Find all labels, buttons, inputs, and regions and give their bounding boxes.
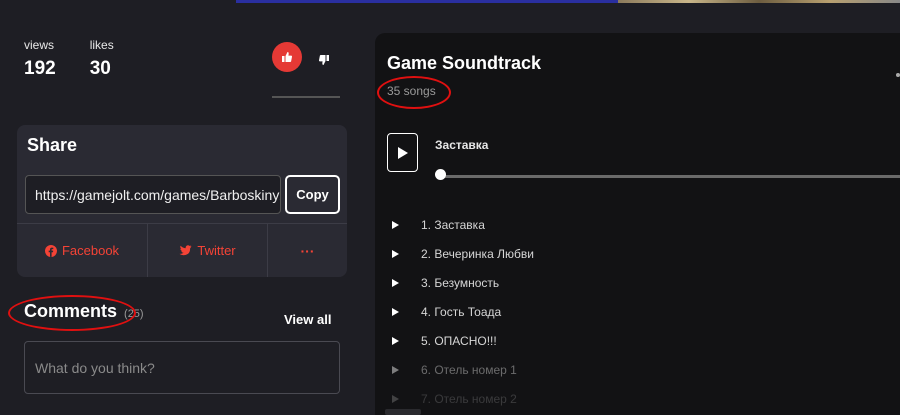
views-label: views (24, 38, 55, 52)
annotation-circle-comments (8, 295, 136, 331)
facebook-icon (44, 244, 57, 257)
track-item[interactable]: 2. Вечеринка Любви (392, 239, 534, 268)
twitter-label: Twitter (197, 243, 236, 258)
track-item[interactable]: 3. Безумность (392, 268, 534, 297)
top-banner-image (618, 0, 900, 3)
play-icon (392, 336, 399, 345)
annotation-circle-song-count (377, 76, 451, 109)
dislike-button[interactable] (312, 48, 336, 72)
track-title: 3. Безумность (421, 275, 500, 290)
play-icon (392, 394, 399, 403)
track-title: 1. Заставка (421, 217, 485, 232)
play-icon (392, 307, 399, 316)
more-share-options-button[interactable]: ··· (267, 224, 347, 277)
comment-input[interactable]: What do you think? (24, 341, 340, 394)
play-icon (397, 146, 408, 159)
track-item[interactable]: 5. ОПАСНО!!! (392, 326, 534, 355)
share-card: Share https://gamejolt.com/games/Barbosk… (17, 125, 347, 277)
seek-handle[interactable] (435, 169, 446, 180)
track-item[interactable]: 1. Заставка (392, 210, 534, 239)
track-item[interactable]: 6. Отель номер 1 (392, 355, 534, 384)
like-button[interactable] (272, 42, 302, 72)
soundtrack-title: Game Soundtrack (387, 53, 542, 73)
track-title: 6. Отель номер 1 (421, 362, 517, 377)
likes-label: likes (89, 38, 114, 52)
play-icon (392, 249, 399, 258)
seek-bar[interactable] (437, 175, 900, 178)
scroll-indicator[interactable] (385, 409, 421, 415)
now-playing-title: Заставка (435, 138, 489, 152)
play-icon (392, 220, 399, 229)
twitter-icon (179, 245, 192, 256)
track-item[interactable]: 4. Гость Тоада (392, 297, 534, 326)
facebook-label: Facebook (61, 243, 120, 258)
track-title: 7. Отель номер 2 (421, 391, 517, 406)
panel-menu-dot[interactable] (896, 73, 900, 77)
track-title: 5. ОПАСНО!!! (421, 333, 497, 348)
play-icon (392, 365, 399, 374)
copy-button[interactable]: Copy (285, 175, 340, 214)
share-url-field[interactable]: https://gamejolt.com/games/Barboskinyz (25, 175, 281, 214)
thumbs-down-icon (318, 55, 329, 65)
track-title: 4. Гость Тоада (421, 304, 502, 319)
thumbs-up-icon (282, 52, 293, 62)
vote-divider (272, 96, 340, 98)
share-title: Share (27, 135, 78, 155)
likes-value: 30 (89, 58, 111, 79)
soundtrack-panel: Game Soundtrack 35 songs Заставка 1. Зас… (375, 33, 900, 415)
facebook-share-button[interactable]: Facebook (17, 224, 147, 277)
track-title: 2. Вечеринка Любви (421, 246, 534, 261)
views-value: 192 (24, 58, 56, 79)
twitter-share-button[interactable]: Twitter (147, 224, 267, 277)
main-play-button[interactable] (387, 133, 418, 172)
views-stat: views 192 (24, 38, 56, 80)
view-all-comments-link[interactable]: View all (284, 312, 331, 327)
track-list: 1. Заставка 2. Вечеринка Любви 3. Безумн… (392, 210, 534, 413)
play-icon (392, 278, 399, 287)
likes-stat: likes 30 (90, 38, 114, 80)
stats-bar: views 192 likes 30 (24, 38, 114, 80)
